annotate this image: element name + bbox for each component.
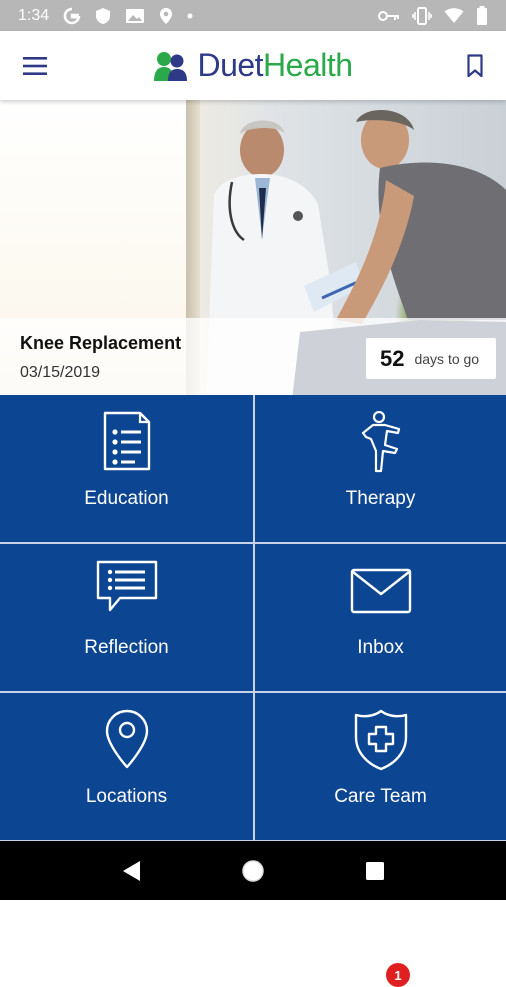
hamburger-menu-icon: [23, 57, 47, 75]
brand-logo: DuetHealth: [153, 47, 353, 84]
hero-banner[interactable]: Knee Replacement 03/15/2019 52 days to g…: [0, 100, 506, 395]
recents-square-icon: [366, 861, 384, 880]
google-icon: [63, 7, 81, 25]
brand-name-duet: Duet: [197, 47, 264, 83]
inbox-tile[interactable]: Inbox: [255, 544, 506, 691]
reflection-tile[interactable]: Reflection: [0, 544, 253, 691]
vibrate-icon: [412, 6, 432, 25]
days-count: 52: [380, 345, 405, 371]
back-triangle-icon: [123, 860, 140, 881]
home-button[interactable]: [233, 851, 273, 891]
therapy-tile[interactable]: Therapy: [255, 395, 506, 542]
person-exercise-icon: [361, 411, 400, 473]
reflection-label: Reflection: [84, 637, 169, 658]
inbox-badge: 1: [386, 963, 410, 987]
care-team-label: Care Team: [334, 786, 427, 807]
therapy-label: Therapy: [345, 488, 416, 509]
status-bar: 1:34: [0, 0, 506, 31]
image-icon: [125, 8, 145, 24]
days-countdown: 52 days to go: [366, 338, 496, 379]
map-pin-icon: [105, 709, 148, 769]
home-circle-icon: [242, 859, 264, 882]
dot-icon: [187, 13, 193, 19]
brand-name: DuetHealth: [197, 47, 353, 84]
inbox-label: Inbox: [357, 637, 404, 658]
app-bar: DuetHealth: [0, 31, 506, 100]
shield-icon: [95, 7, 111, 25]
location-icon: [159, 7, 173, 25]
shield-cross-icon: [354, 709, 407, 771]
envelope-icon: [350, 568, 411, 614]
education-tile[interactable]: Education: [0, 395, 253, 542]
brand-name-health: Health: [263, 47, 353, 83]
procedure-title: Knee Replacement: [20, 333, 182, 353]
battery-icon: [476, 5, 488, 26]
feature-grid: Education Therapy Reflection Inbox 1 Loc…: [0, 395, 506, 987]
duet-health-logo-icon: [154, 51, 188, 81]
locations-tile[interactable]: Locations: [0, 693, 253, 840]
bookmark-button[interactable]: [462, 51, 488, 81]
wifi-icon: [444, 7, 464, 24]
education-label: Education: [84, 488, 169, 509]
recents-button[interactable]: [355, 851, 395, 891]
bookmark-icon: [467, 54, 483, 78]
status-time: 1:34: [18, 6, 50, 24]
key-icon: [378, 10, 400, 22]
procedure-date: 03/15/2019: [20, 364, 101, 381]
menu-button[interactable]: [20, 53, 50, 79]
locations-label: Locations: [85, 786, 168, 807]
system-nav-bar: [0, 841, 506, 900]
days-label: days to go: [414, 350, 480, 367]
chat-list-icon: [96, 560, 157, 612]
back-button[interactable]: [111, 851, 151, 891]
care-team-tile[interactable]: Care Team: [255, 693, 506, 840]
document-list-icon: [103, 411, 150, 471]
